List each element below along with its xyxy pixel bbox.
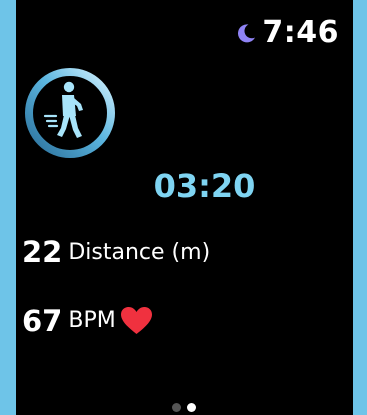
page-indicator[interactable] <box>172 403 196 412</box>
clock-time: 7:46 <box>262 15 339 50</box>
elapsed-time: 03:20 <box>153 167 256 205</box>
moon-icon <box>238 24 256 43</box>
heart-rate-value: 67 <box>22 303 63 338</box>
status-bar: 7:46 <box>235 18 339 48</box>
distance-stat: 22 Distance (m) <box>22 238 210 267</box>
heart-icon <box>120 307 152 334</box>
watch-screen: 7:46 03:20 22 Distance (m) 67 BPM <box>16 0 353 415</box>
walking-person-icon[interactable] <box>23 66 117 160</box>
heart-rate-label: BPM <box>68 308 116 333</box>
page-dot[interactable] <box>172 403 181 412</box>
distance-value: 22 <box>22 235 63 269</box>
device-frame: 7:46 03:20 22 Distance (m) 67 BPM <box>0 0 367 415</box>
page-dot-active[interactable] <box>187 403 196 412</box>
heart-rate-stat: 67 BPM <box>22 306 153 336</box>
distance-label: Distance (m) <box>68 239 211 265</box>
